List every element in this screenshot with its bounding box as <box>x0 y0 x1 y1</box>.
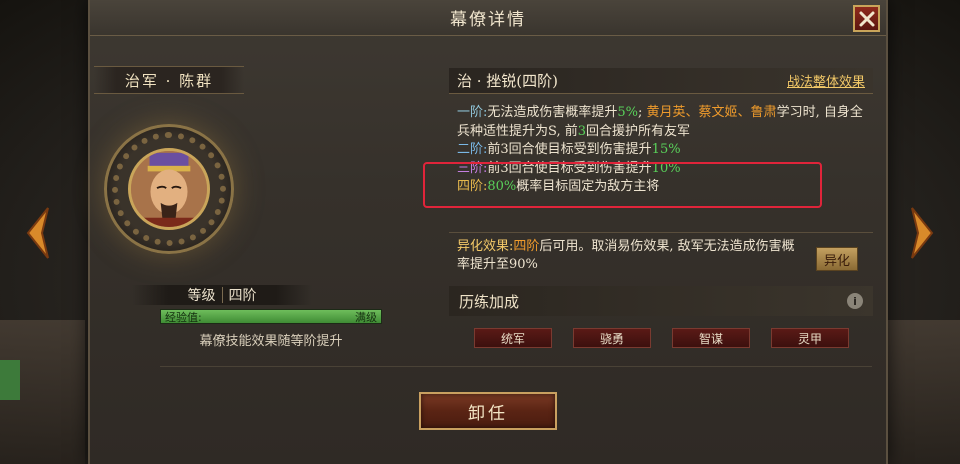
advisor-name-plate: 治军 · 陈群 <box>94 66 244 94</box>
tier-1-text-d: 回合援护所有友军 <box>586 123 691 139</box>
bottom-divider <box>160 366 872 367</box>
skill-title: 治 · 挫锐(四阶) <box>457 72 559 90</box>
previous-arrow-icon[interactable] <box>22 205 56 261</box>
experience-label: 经验值: <box>165 310 202 324</box>
tier-2-text: 前3回合使目标受到伤害提升 <box>487 142 652 157</box>
dismiss-button[interactable]: 卸任 <box>419 392 557 430</box>
dialog-title: 幕僚详情 <box>450 10 526 30</box>
experience-status: 满级 <box>355 310 377 324</box>
variant-effect: 异化效果:四阶后可用。取消易伤效果, 敌军无法造成伤害概率提升至90% <box>457 238 802 274</box>
tier-1-value: 5% <box>617 105 639 120</box>
level-value: 四阶 <box>228 288 257 304</box>
advisor-name: 治军 · 陈群 <box>124 71 214 90</box>
background-green-marker <box>0 360 20 400</box>
next-arrow-icon[interactable] <box>904 205 938 261</box>
tier-1-text-a: 无法造成伤害概率提升 <box>487 105 618 120</box>
info-icon[interactable]: i <box>847 293 863 309</box>
skill-overview-link[interactable]: 战法整体效果 <box>787 71 865 90</box>
stat-tag-valor: 骁勇 <box>573 328 651 348</box>
advisor-portrait[interactable] <box>128 148 210 230</box>
tier-1-label: 一阶: <box>457 105 488 120</box>
variant-label: 异化效果: <box>457 239 514 254</box>
variant-button[interactable]: 异化 <box>816 247 858 271</box>
stat-tag-command: 统军 <box>474 328 552 348</box>
experience-bar: 经验值: 满级 <box>160 309 382 324</box>
tier-1-turns: 3 <box>577 123 586 139</box>
skill-divider <box>449 232 873 233</box>
tier-2-value: 15% <box>651 142 681 157</box>
training-title: 历练加成 <box>459 292 520 311</box>
level-separator <box>221 287 223 303</box>
close-icon <box>859 11 874 26</box>
tier-1-heroes: 黄月英、蔡文姬、鲁肃 <box>646 105 777 120</box>
stat-tag-armor: 灵甲 <box>771 328 849 348</box>
close-button[interactable] <box>853 5 880 32</box>
skill-tier-2: 二阶:前3回合使目标受到伤害提升15% <box>457 141 865 160</box>
tier-1-text-b: ; <box>638 105 647 120</box>
stat-tag-strategy: 智谋 <box>672 328 750 348</box>
variant-tier: 四阶 <box>513 239 540 254</box>
advisor-portrait-image <box>131 151 207 227</box>
tier-2-label: 二阶: <box>457 142 488 157</box>
advisor-note: 幕僚技能效果随等阶提升 <box>199 334 343 349</box>
advisor-level-row: 等级 四阶 <box>132 285 312 305</box>
highlight-annotation-box <box>423 162 822 208</box>
dialog-title-bar: 幕僚详情 <box>90 0 886 36</box>
training-header: 历练加成 i <box>449 286 873 316</box>
level-label: 等级 <box>187 288 216 304</box>
skill-header: 治 · 挫锐(四阶) 战法整体效果 <box>449 68 873 94</box>
skill-tier-1: 一阶:无法造成伤害概率提升5%; 黄月英、蔡文姬、鲁肃学习时, 自身全兵种适性提… <box>457 104 865 141</box>
